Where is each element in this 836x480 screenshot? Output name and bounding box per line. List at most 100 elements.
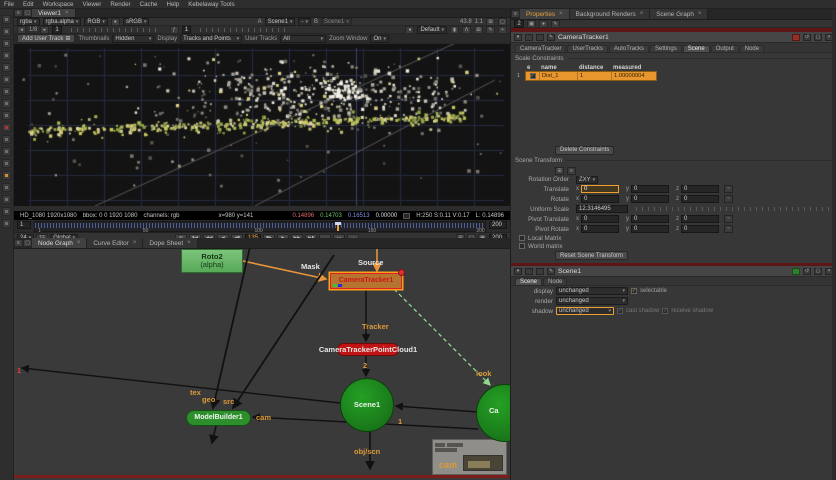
viewer-process-icon[interactable]: ●	[405, 26, 414, 34]
close-icon[interactable]: ×	[133, 240, 137, 246]
view-lut-dropdown[interactable]: sRGB▾	[123, 18, 150, 26]
subtab-usertracks[interactable]: UserTracks	[567, 45, 607, 52]
menu-cache[interactable]: Cache	[140, 1, 158, 8]
left-toolbar-icon[interactable]	[2, 123, 11, 132]
gl-color-swatch[interactable]	[536, 34, 544, 41]
node-color-swatch[interactable]	[525, 34, 533, 41]
subtab-scene[interactable]: Scene	[515, 278, 542, 285]
tab-node-graph[interactable]: Node Graph×	[32, 238, 87, 248]
gain-right-icon[interactable]: ▸	[40, 26, 49, 34]
left-toolbar-icon[interactable]	[2, 39, 11, 48]
error-swatch[interactable]	[792, 34, 800, 41]
pane-split-icon[interactable]: ▢	[23, 239, 32, 247]
tab-scene-graph[interactable]: Scene Graph×	[650, 9, 708, 19]
left-toolbar-icon[interactable]	[2, 111, 11, 120]
chevron-down-icon[interactable]: ▾	[514, 268, 522, 275]
thumbnails-dropdown[interactable]: Hidden▾	[112, 35, 154, 43]
subtab-autotracks[interactable]: AutoTracks	[609, 45, 649, 52]
constraint-name[interactable]: Dist_1	[540, 72, 578, 80]
rotate-z-field[interactable]: 0	[681, 195, 719, 203]
zoom-level[interactable]: 43.8	[460, 19, 472, 25]
cast-shadow-checkbox[interactable]: ✓	[617, 308, 623, 314]
input-process-icon[interactable]: ▮	[450, 26, 459, 34]
pencil-icon[interactable]: ✎	[551, 20, 560, 28]
left-toolbar-icon[interactable]	[2, 195, 11, 204]
translate-y-field[interactable]: 0	[631, 185, 669, 193]
zoom-window-dropdown[interactable]: On▾	[370, 35, 389, 43]
pivot-translate-x-field[interactable]: 0	[581, 215, 619, 223]
selectable-checkbox[interactable]: ✓	[631, 288, 637, 294]
left-toolbar-icon[interactable]	[2, 63, 11, 72]
gamma-display-icon[interactable]: Λ	[462, 26, 471, 34]
lock-icon[interactable]: ▣	[527, 20, 536, 28]
display-channels-dropdown[interactable]: RGB▾	[84, 18, 108, 26]
close-icon[interactable]: ×	[559, 11, 563, 17]
pane-menu-icon[interactable]: ≡	[511, 10, 520, 18]
display-dropdown[interactable]: Tracks and Points▾	[180, 35, 242, 43]
constraint-distance[interactable]: 1	[578, 72, 612, 80]
subtab-scene[interactable]: Scene	[683, 45, 710, 52]
animation-menu-icon[interactable]: ~	[724, 195, 733, 203]
pivot-translate-y-field[interactable]: 0	[631, 215, 669, 223]
revert-icon[interactable]: ↺	[803, 34, 811, 41]
float-panel-icon[interactable]: ▢	[814, 34, 822, 41]
left-toolbar-icon[interactable]	[2, 219, 11, 228]
panel-title[interactable]: CameraTracker1	[558, 34, 789, 41]
mini-control[interactable]	[447, 443, 463, 447]
pane-menu-icon[interactable]: ≡	[14, 9, 23, 17]
chevron-down-icon[interactable]: ▾	[514, 34, 522, 41]
tab-viewer1[interactable]: Viewer1 ×	[32, 9, 76, 17]
menu-viewer[interactable]: Viewer	[83, 1, 102, 8]
lut-toggle-icon[interactable]: ●	[111, 18, 120, 26]
receive-shadow-checkbox[interactable]: ✓	[662, 308, 668, 314]
layer-dropdown[interactable]: rgba▾	[17, 18, 40, 26]
enabled-checkbox[interactable]: ✓	[530, 73, 536, 79]
menu-help[interactable]: Help	[167, 1, 180, 8]
user-tracks-dropdown[interactable]: All▾	[280, 35, 326, 43]
wipe-mode-dropdown[interactable]: -▾	[298, 18, 311, 26]
node-green-swatch[interactable]	[792, 268, 800, 275]
menu-custom-tools[interactable]: Kebelaway Tools	[188, 1, 234, 8]
snap-menu-icon[interactable]: ⊞	[555, 167, 564, 175]
left-toolbar-icon[interactable]	[2, 27, 11, 36]
reset-scene-transform-button[interactable]: Reset Scene Transform	[555, 251, 628, 260]
rotate-y-field[interactable]: 0	[631, 195, 669, 203]
left-toolbar-icon[interactable]	[2, 207, 11, 216]
close-icon[interactable]: ×	[187, 240, 191, 246]
constraint-measured[interactable]: 1.00000004	[612, 72, 656, 80]
range-end-field[interactable]: 200	[489, 221, 507, 229]
uniform-scale-field[interactable]: 12.3146495	[576, 205, 628, 213]
display-dropdown[interactable]: unchanged▾	[556, 287, 628, 295]
range-start-field[interactable]: 1	[17, 221, 31, 229]
local-matrix-checkbox[interactable]	[519, 235, 525, 241]
gain-left-icon[interactable]: ◂	[17, 26, 26, 34]
left-toolbar-icon[interactable]	[2, 147, 11, 156]
add-icon[interactable]: +	[498, 26, 507, 34]
close-icon[interactable]: ×	[640, 11, 644, 17]
pane-split-icon[interactable]: ▢	[23, 9, 32, 17]
roi-pencil-icon[interactable]: ✎	[486, 26, 495, 34]
left-toolbar-icon[interactable]	[2, 75, 11, 84]
animation-menu-icon[interactable]: ~	[724, 215, 733, 223]
axis-menu-icon[interactable]: ≡	[567, 167, 576, 175]
playhead[interactable]	[337, 222, 339, 231]
revert-icon[interactable]: ↺	[803, 268, 811, 275]
menu-render[interactable]: Render	[110, 1, 130, 8]
uniform-scale-slider[interactable]	[636, 207, 830, 211]
timeline-track[interactable]: 1 50 100 150 200	[34, 221, 486, 232]
left-toolbar-icon[interactable]	[2, 51, 11, 60]
pivot-rotate-x-field[interactable]: 0	[581, 225, 619, 233]
tab-dope-sheet[interactable]: Dope Sheet×	[143, 238, 197, 248]
left-toolbar-icon[interactable]	[2, 99, 11, 108]
left-toolbar-icon[interactable]	[2, 171, 11, 180]
left-toolbar-icon[interactable]	[2, 159, 11, 168]
render-dropdown[interactable]: unchanged▾	[556, 297, 628, 305]
tab-properties[interactable]: Properties×	[520, 9, 570, 19]
node-graph-canvas[interactable]: Roto2 (alpha) Mask Source CameraTracker1…	[14, 249, 510, 475]
properties-bin-count[interactable]: 2	[514, 20, 524, 28]
node-roto2[interactable]: Roto2 (alpha)	[181, 249, 243, 273]
checkerboard-icon[interactable]: ⊞	[474, 26, 483, 34]
menu-workspace[interactable]: Workspace	[43, 1, 74, 8]
subtab-node[interactable]: Node	[740, 45, 764, 52]
gain-fraction[interactable]: 1/8	[29, 27, 37, 33]
